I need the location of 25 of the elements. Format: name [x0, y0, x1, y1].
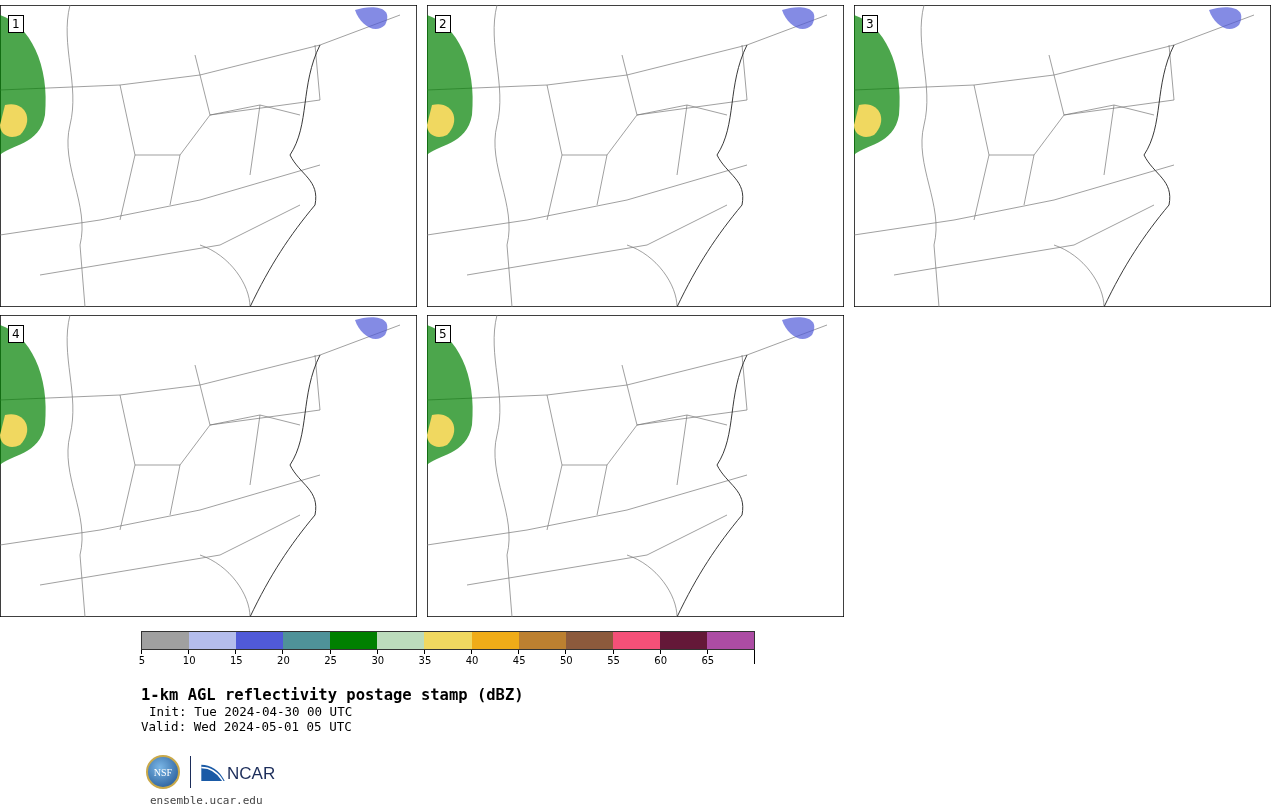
- tick-label: 40: [465, 655, 479, 666]
- tick-label: 60: [654, 655, 668, 666]
- tick-label: 55: [607, 655, 620, 666]
- tick-label: 30: [371, 655, 385, 666]
- chart-title: 1-km AGL reflectivity postage stamp (dBZ): [141, 686, 525, 704]
- swoosh-icon: [201, 763, 225, 781]
- tick-label: 45: [512, 655, 526, 666]
- valid-time: Valid: Wed 2024-05-01 05 UTC: [141, 719, 353, 734]
- panel-number: 2: [435, 15, 451, 33]
- panel-number: 1: [8, 15, 24, 33]
- tick-label: 25: [324, 655, 337, 666]
- tick-label: 50: [560, 655, 573, 666]
- panel-number: 4: [8, 325, 24, 343]
- tick-label: 15: [229, 655, 243, 666]
- panel-number: 5: [435, 325, 451, 343]
- ncar-logo: NCAR: [227, 764, 276, 784]
- tick-label: 5: [138, 655, 146, 666]
- tick-label: 65: [701, 655, 715, 666]
- init-time: Init: Tue 2024-04-30 00 UTC: [149, 704, 354, 719]
- tick-label: 35: [418, 655, 432, 666]
- tick-label: 10: [182, 655, 196, 666]
- nsf-logo: NSF: [146, 755, 180, 789]
- panel-number: 3: [862, 15, 878, 33]
- website-url: ensemble.ucar.edu: [150, 794, 264, 807]
- tick-label: 20: [277, 655, 290, 666]
